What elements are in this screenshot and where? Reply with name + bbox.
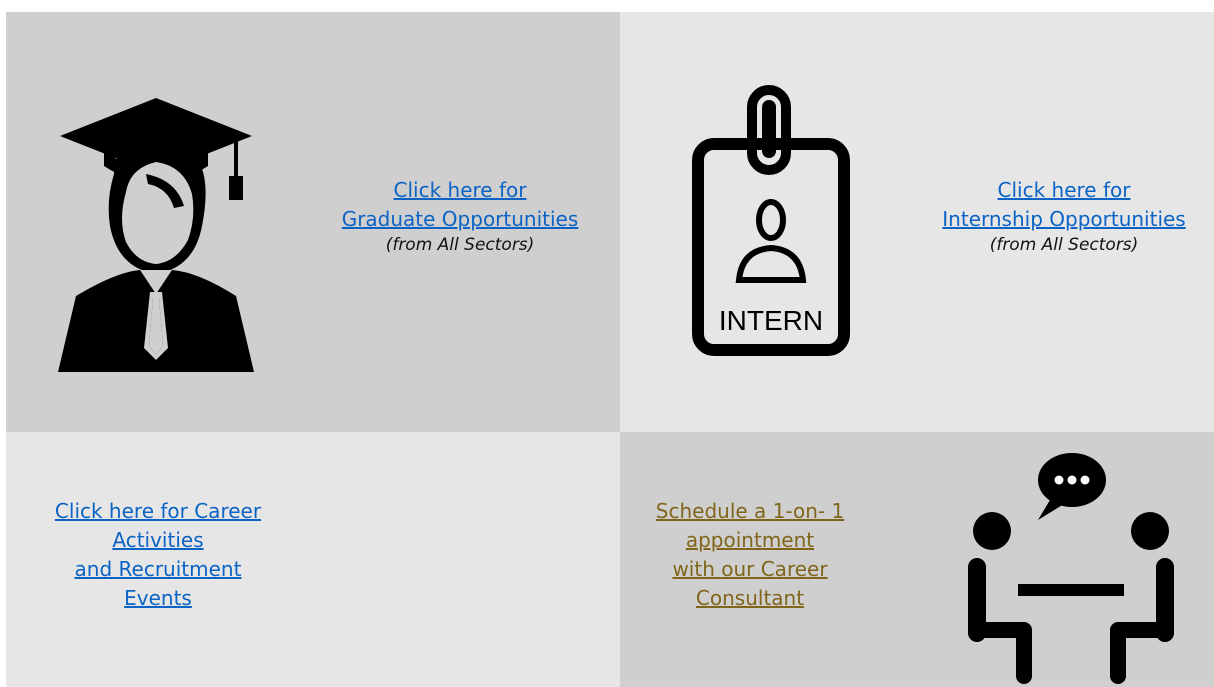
intern-badge-icon: INTERN [692,85,850,356]
schedule-appointment-link[interactable]: Schedule a 1-on- 1 appointment with our … [656,499,844,610]
events-link-line: Click here for Career [54,499,262,523]
internship-link-line1: Click here for [997,178,1131,202]
graduate-link-line2: Graduate Opportunities [341,207,579,231]
consult-link-line: with our Career [672,557,828,581]
consultation-link-block: Schedule a 1-on- 1 appointment with our … [620,497,880,613]
career-events-link-block: Click here for Career Activities and Rec… [26,497,290,613]
events-link-line: Activities [112,528,204,552]
internship-link-line2: Internship Opportunities [942,207,1186,231]
events-link-line: Events [124,586,192,610]
internship-opportunities-link[interactable]: Click here for Internship Opportunities [942,178,1185,231]
intern-badge-text: INTERN [719,305,823,336]
opportunities-grid: Click here for Graduate Opportunities (f… [6,12,1214,687]
consultation-tile: Schedule a 1-on- 1 appointment with our … [620,432,1214,687]
graduate-tile: Click here for Graduate Opportunities (f… [6,12,620,432]
consult-link-line: Consultant [695,586,805,610]
graduate-icon [58,98,254,372]
consultation-meeting-icon [968,453,1174,684]
consult-link-line: Schedule a 1-on- 1 [655,499,845,523]
graduate-link-line1: Click here for [393,178,527,202]
graduate-opportunities-link[interactable]: Click here for Graduate Opportunities [342,178,579,231]
graduate-sector-note: (from All Sectors) [385,235,535,255]
events-link-line: and Recruitment [74,557,242,581]
graduate-link-block: Click here for Graduate Opportunities (f… [314,176,606,256]
internship-sector-note: (from All Sectors) [989,235,1139,255]
career-events-link[interactable]: Click here for Career Activities and Rec… [55,499,261,610]
internship-tile: INTERN Click here for Internship Opportu… [620,12,1214,432]
consult-link-line: appointment [685,528,815,552]
internship-link-block: Click here for Internship Opportunities … [916,176,1212,256]
career-events-tile: Click here for Career Activities and Rec… [6,432,620,687]
